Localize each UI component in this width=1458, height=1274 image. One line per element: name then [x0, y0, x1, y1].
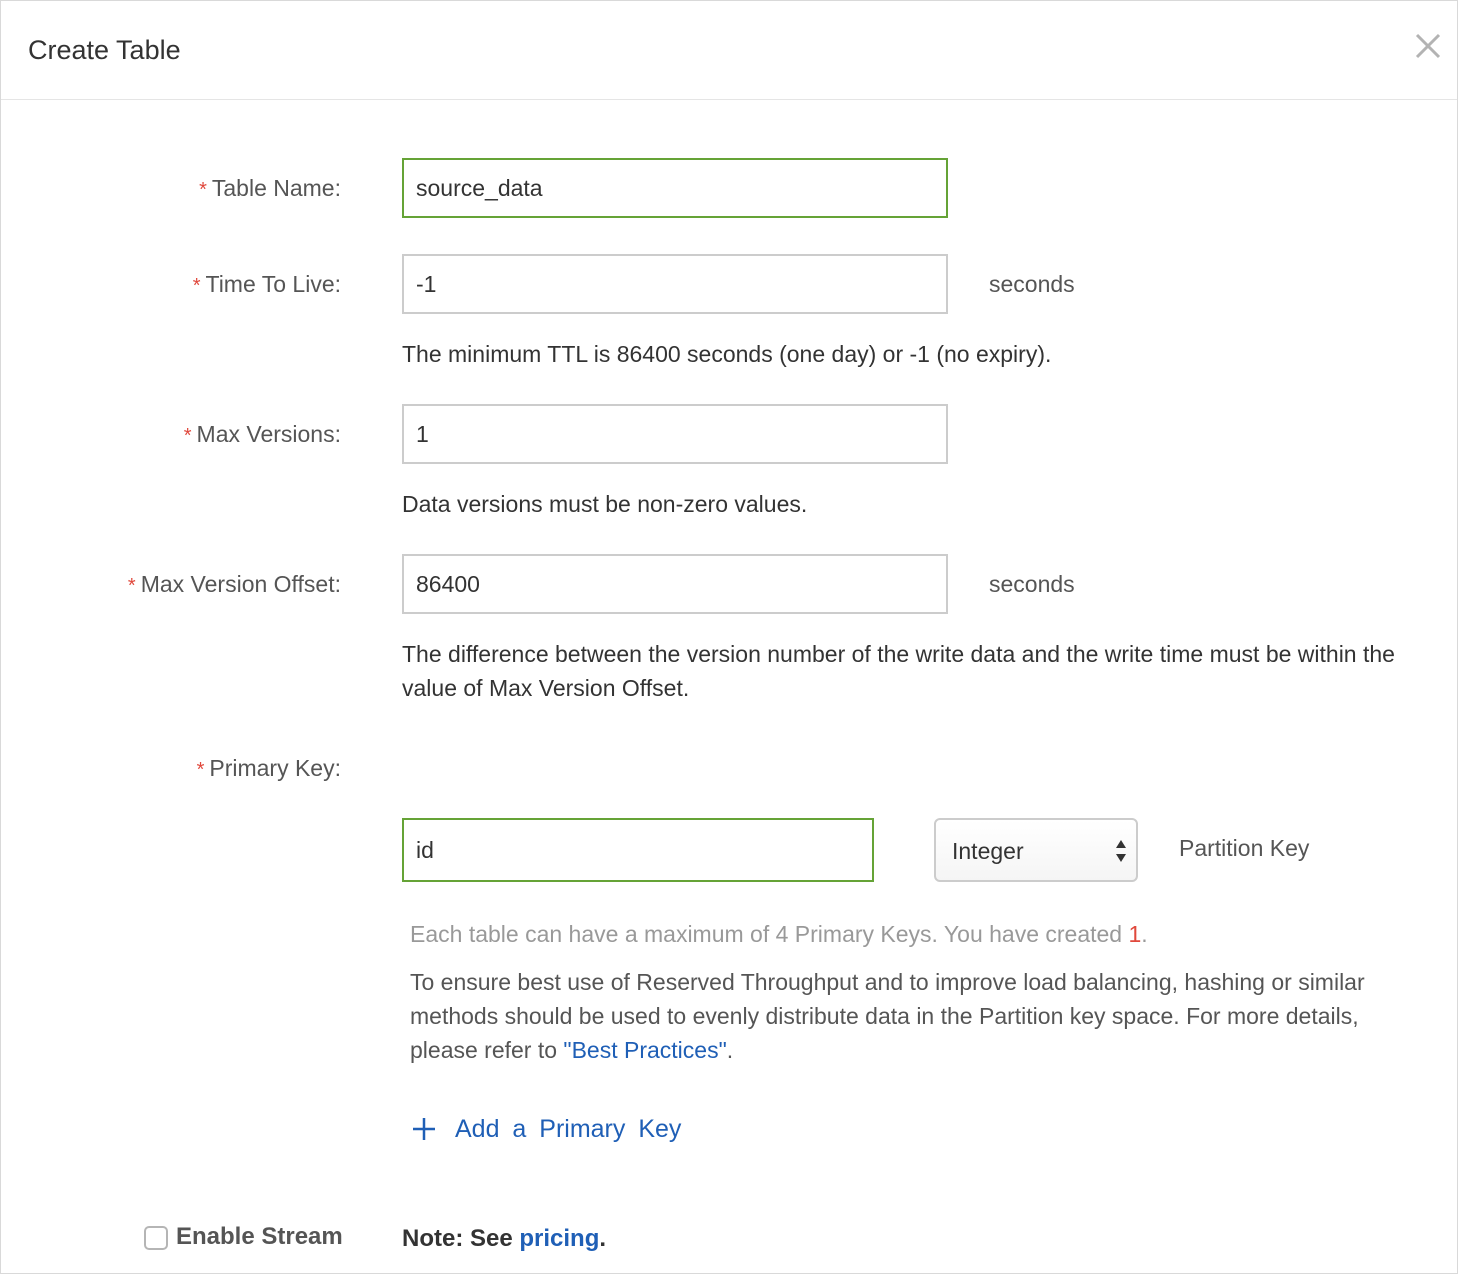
time-to-live-label: * Time To Live:: [192, 271, 341, 297]
table-name-input[interactable]: [402, 158, 948, 218]
dialog-header: Create Table: [1, 1, 1457, 100]
close-icon[interactable]: [1413, 31, 1443, 61]
primary-key-type-value: Integer: [952, 838, 1024, 864]
max-version-offset-input[interactable]: [402, 554, 948, 614]
ttl-help-text: The minimum TTL is 86400 seconds (one da…: [402, 341, 1052, 367]
required-marker: *: [192, 275, 201, 297]
max-versions-label: * Max Versions:: [183, 421, 341, 447]
offset-help-text: The difference between the version numbe…: [402, 641, 1395, 701]
select-arrows-icon: [1115, 838, 1127, 864]
dialog-title: Create Table: [28, 35, 181, 65]
required-marker: *: [127, 575, 136, 597]
required-marker: *: [199, 179, 207, 201]
table-name-label: * Table Name:: [199, 175, 341, 201]
primary-key-limit-text: Each table can have a maximum of 4 Prima…: [410, 921, 1148, 947]
required-marker: *: [196, 759, 205, 781]
offset-unit: seconds: [989, 571, 1075, 597]
add-primary-key-label: Add a Primary Key: [455, 1114, 682, 1143]
max-version-offset-label: * Max Version Offset:: [127, 571, 341, 597]
required-marker: *: [183, 425, 192, 447]
plus-icon: [413, 1118, 435, 1140]
primary-key-advice-text: To ensure best use of Reserved Throughpu…: [410, 969, 1365, 1063]
pricing-link[interactable]: pricing: [519, 1225, 599, 1252]
created-count: 1: [1128, 921, 1142, 947]
pricing-note: Note: See pricing.: [402, 1225, 607, 1252]
max-versions-help-text: Data versions must be non-zero values.: [402, 491, 808, 517]
primary-key-name-input[interactable]: [402, 818, 874, 882]
primary-key-type-select[interactable]: Integer: [934, 818, 1138, 882]
create-table-dialog: Create Table *Table Name: *Time To Live:…: [0, 0, 1458, 1274]
add-primary-key-button[interactable]: Add a Primary Key: [411, 1111, 681, 1147]
partition-key-label: Partition Key: [1179, 835, 1310, 861]
ttl-unit: seconds: [989, 271, 1075, 297]
primary-key-label: * Primary Key:: [196, 755, 341, 781]
enable-stream-checkbox[interactable]: [144, 1226, 168, 1250]
enable-stream-label[interactable]: Enable Stream: [176, 1222, 343, 1252]
max-versions-input[interactable]: [402, 404, 948, 464]
best-practices-link[interactable]: "Best Practices": [563, 1037, 726, 1063]
time-to-live-input[interactable]: [402, 254, 948, 314]
